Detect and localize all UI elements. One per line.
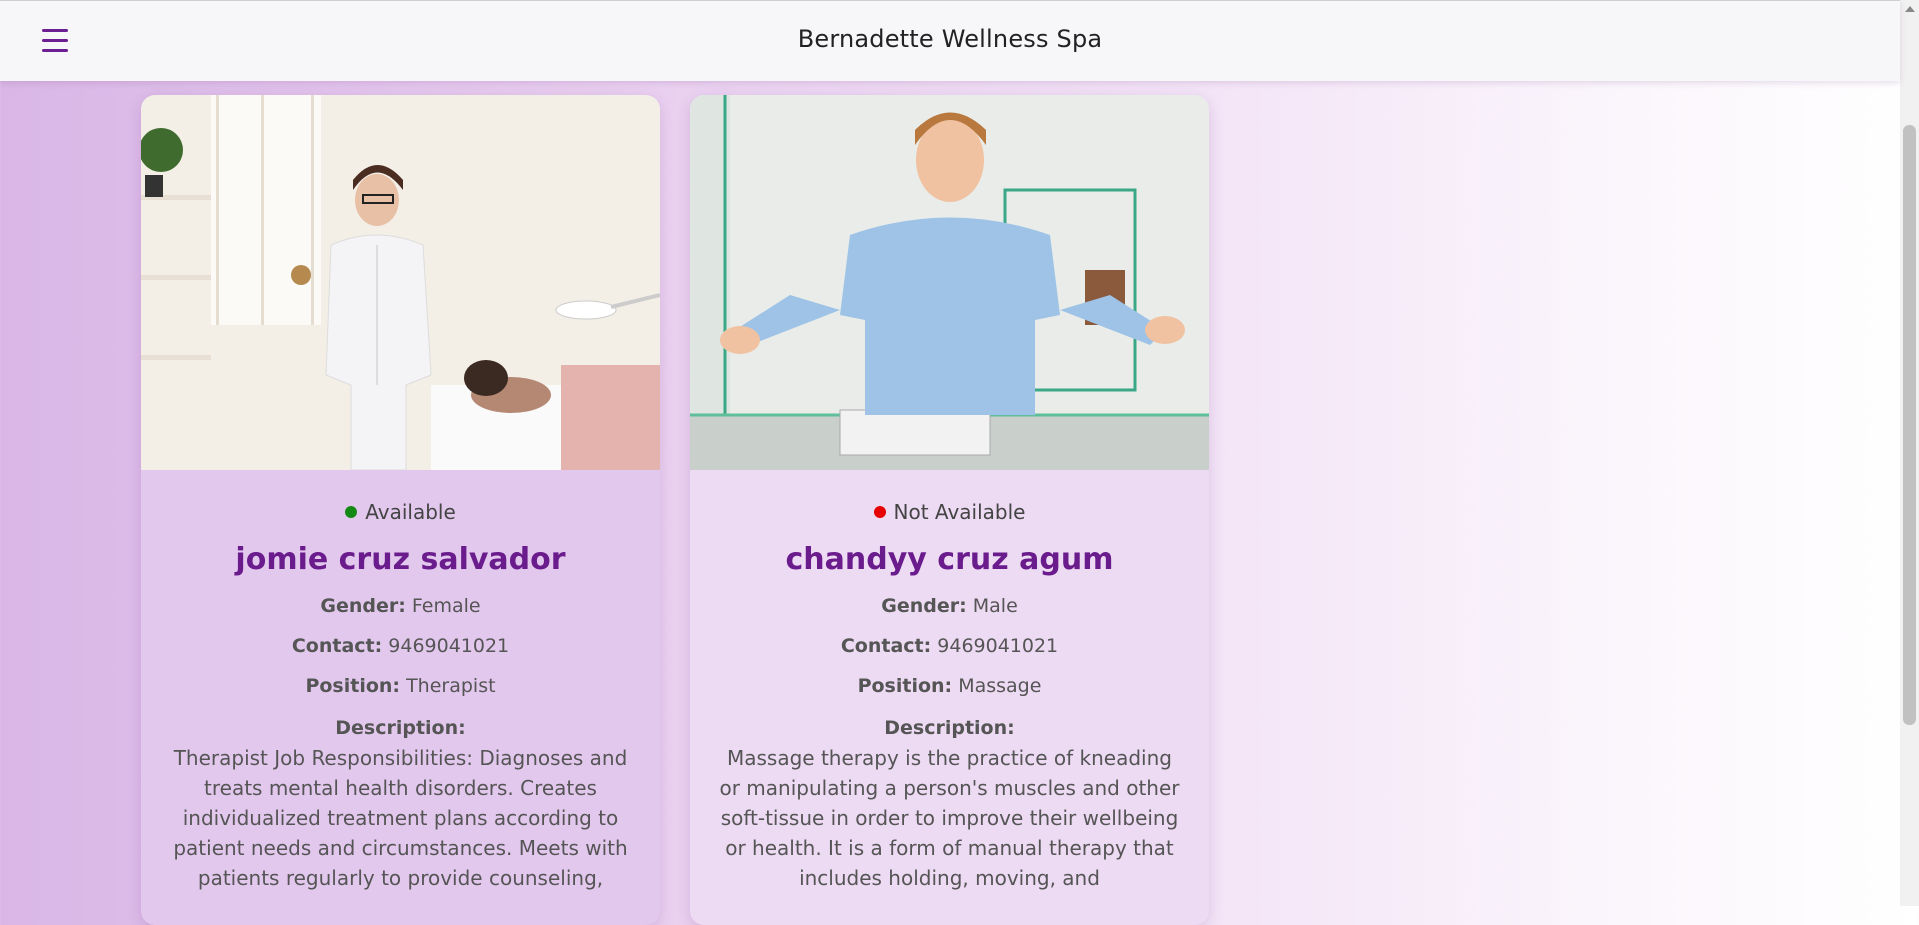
contact-label: Contact: xyxy=(291,635,383,657)
gender-field: Gender: Female xyxy=(141,595,660,617)
position-label: Position: xyxy=(305,675,401,697)
site-title: Bernadette Wellness Spa xyxy=(797,25,1103,53)
gender-field: Gender: Male xyxy=(690,595,1209,617)
position-value: Therapist xyxy=(406,675,496,697)
description-text: Massage therapy is the practice of knead… xyxy=(719,746,1180,890)
position-label: Position: xyxy=(857,675,953,697)
contact-label: Contact: xyxy=(840,635,932,657)
status-text: Available xyxy=(365,500,456,524)
scroll-up-arrow-icon[interactable] xyxy=(1905,6,1915,12)
contact-value: 9469041021 xyxy=(937,635,1059,657)
gender-label: Gender: xyxy=(881,595,967,617)
position-value: Massage xyxy=(958,675,1042,697)
status-unavailable-dot xyxy=(873,506,886,518)
position-field: Position: Therapist xyxy=(141,675,660,697)
description-label: Description: xyxy=(884,717,1015,739)
staff-photo xyxy=(141,95,660,470)
gender-value: Male xyxy=(972,595,1018,617)
status-available-dot xyxy=(345,506,358,518)
staff-name: jomie cruz salvador xyxy=(235,542,566,577)
scrollbar-thumb[interactable] xyxy=(1903,125,1916,725)
vertical-scrollbar[interactable] xyxy=(1900,0,1919,906)
staff-photo xyxy=(690,95,1209,470)
staff-card: Available jomie cruz salvador Gender: Fe… xyxy=(141,95,660,925)
gender-value: Female xyxy=(411,595,481,617)
description-label: Description: xyxy=(335,717,466,739)
staff-name: chandyy cruz agum xyxy=(785,542,1114,577)
description-text: Therapist Job Responsibilities: Diagnose… xyxy=(173,746,628,890)
position-field: Position: Massage xyxy=(690,675,1209,697)
contact-value: 9469041021 xyxy=(388,635,510,657)
status-text: Not Available xyxy=(893,500,1026,524)
contact-field: Contact: 9469041021 xyxy=(141,635,660,657)
gender-label: Gender: xyxy=(320,595,406,617)
staff-card: Not Available chandyy cruz agum Gender: … xyxy=(690,95,1209,925)
contact-field: Contact: 9469041021 xyxy=(690,635,1209,657)
top-navbar: Bernadette Wellness Spa xyxy=(0,0,1900,81)
